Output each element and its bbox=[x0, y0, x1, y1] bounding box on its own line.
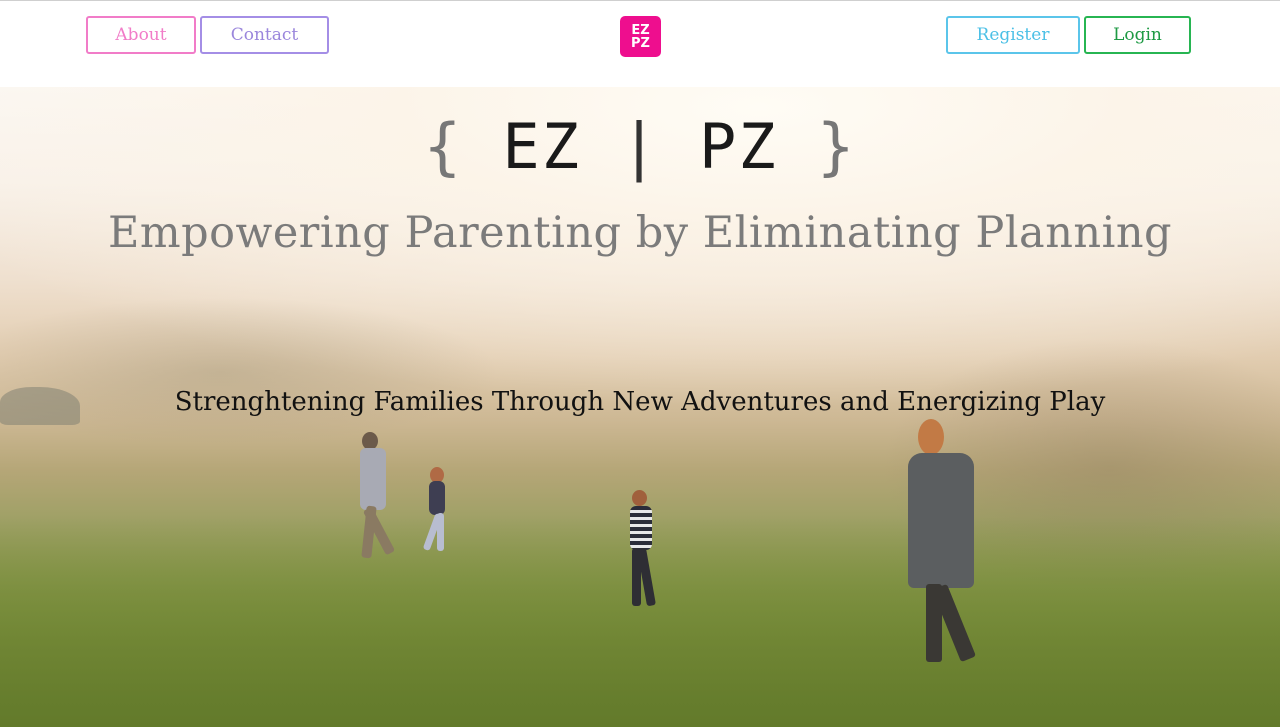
register-button[interactable]: Register bbox=[946, 16, 1080, 54]
logo-line-top: EZ bbox=[631, 22, 650, 38]
wordmark-brace-open: { bbox=[423, 110, 464, 183]
wordmark-left: EZ bbox=[502, 110, 581, 183]
wordmark-right: PZ bbox=[698, 110, 778, 183]
logo-line-bottom: PZ bbox=[631, 35, 650, 51]
contact-button[interactable]: Contact bbox=[200, 16, 329, 54]
father-figure bbox=[358, 432, 418, 562]
ezpz-logo[interactable]: EZ PZ bbox=[620, 16, 661, 57]
hero-section: { EZ | PZ } Empowering Parenting by Elim… bbox=[0, 87, 1280, 727]
boy-figure bbox=[624, 490, 684, 612]
girl-figure bbox=[420, 467, 460, 562]
page: About Contact EZ PZ Register Login {EZ … bbox=[0, 0, 1280, 727]
hero-wordmark: { EZ | PZ } bbox=[0, 109, 1280, 185]
hero-tagline: Empowering Parenting by Eliminating Plan… bbox=[107, 208, 1173, 258]
wordmark-separator: | bbox=[620, 110, 660, 183]
wordmark-brace-close: } bbox=[816, 110, 857, 183]
navbar: About Contact EZ PZ Register Login bbox=[0, 0, 1280, 87]
login-button[interactable]: Login bbox=[1084, 16, 1191, 54]
about-button[interactable]: About bbox=[86, 16, 196, 54]
hero-subtagline: Strenghtening Families Through New Adven… bbox=[174, 387, 1106, 417]
mother-figure bbox=[900, 419, 1010, 664]
